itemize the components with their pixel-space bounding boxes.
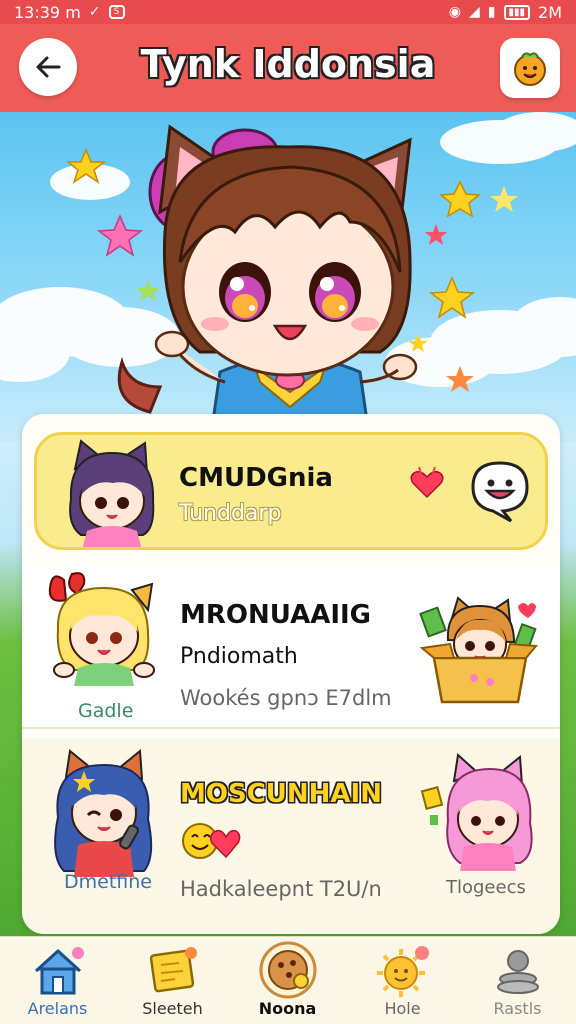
item-title: MRONUAAIIG <box>180 600 372 630</box>
profile-avatar-button[interactable] <box>500 38 560 98</box>
item-subtitle: Pndiomath <box>180 644 298 669</box>
status-bar: 13:39 m ✓ S ◉ ◢ ▮ ▮▮▮ 2M <box>0 0 576 24</box>
cookie-icon <box>259 941 317 999</box>
item-meta: Wookés gpnɔ E7dlm <box>180 686 392 710</box>
mail-notification-icon: S <box>108 5 125 19</box>
smiley-avatar-icon <box>514 52 546 86</box>
nav-tab-rastls[interactable]: Rastls <box>460 937 575 1024</box>
nav-tab-hole[interactable]: Hole <box>345 937 460 1024</box>
nav-label: Sleeteh <box>142 999 203 1018</box>
list-item[interactable]: CMUDGnia Tunddarp <box>34 432 548 550</box>
arrow-left-icon <box>36 56 61 78</box>
home-icon <box>34 947 84 995</box>
stack-icon <box>497 950 539 994</box>
status-clock: 2M <box>538 2 562 22</box>
back-button[interactable] <box>19 38 77 96</box>
list-item[interactable]: Dmetfine MOSCUNHAIN Hadkaleepnt T2U/n Tl… <box>22 739 560 934</box>
hero-banner <box>0 112 576 442</box>
blonde-girl-thumbnail <box>48 572 155 686</box>
app-bar: Tynk Iddonsia <box>0 24 576 112</box>
heart-icon[interactable] <box>407 463 447 503</box>
notes-icon <box>149 947 197 993</box>
item-subtitle: Tunddarp <box>179 501 282 526</box>
battery-icon: ▮▮▮ <box>503 4 531 20</box>
chibi-cat-girl-illustration <box>0 112 576 442</box>
cat-girl-purple-thumbnail <box>69 439 155 547</box>
item-title: MOSCUNHAIN <box>180 779 382 809</box>
nav-label: Rastls <box>493 999 542 1018</box>
nav-label: Arelans <box>27 999 88 1018</box>
status-time: 13:39 m <box>14 2 81 22</box>
app-title: Tynk Iddonsia <box>140 42 436 86</box>
chat-bubble-smile-icon[interactable] <box>467 457 533 523</box>
item-meta: Hadkaleepnt T2U/n <box>180 877 382 901</box>
nav-label: Noona <box>258 999 317 1018</box>
sim-icon: ▮ <box>487 4 496 20</box>
wifi-icon: ◉ <box>448 4 461 20</box>
item-thumb-label-right: Tlogeecs <box>446 877 526 898</box>
cat-in-box-thumbnail <box>419 596 539 704</box>
pink-cat-girl-thumbnail <box>420 753 533 871</box>
content-list: CMUDGnia Tunddarp Gadle MRONUAAIIG Pndio… <box>22 414 560 934</box>
bottom-navigation: Arelans Sleeteh Noona Hole Rastls <box>0 936 576 1024</box>
item-thumb-label: Gadle <box>78 700 134 722</box>
nav-tab-sleeteh[interactable]: Sleeteh <box>115 937 230 1024</box>
app-notification-icon: ✓ <box>88 4 101 20</box>
sun-icon <box>377 946 429 997</box>
blue-haired-girl-thumbnail <box>54 749 153 877</box>
nav-tab-arelans[interactable]: Arelans <box>0 937 115 1024</box>
nav-tab-noona[interactable]: Noona <box>230 937 345 1024</box>
list-item[interactable]: Gadle MRONUAAIIG Pndiomath Wookés gpnɔ E… <box>22 564 560 729</box>
item-title: CMUDGnia <box>179 463 333 493</box>
signal-icon: ◢ <box>469 4 480 20</box>
nav-label: Hole <box>384 999 421 1018</box>
item-thumb-label: Dmetfine <box>64 871 152 893</box>
smile-heart-emoji-icon <box>182 823 241 859</box>
